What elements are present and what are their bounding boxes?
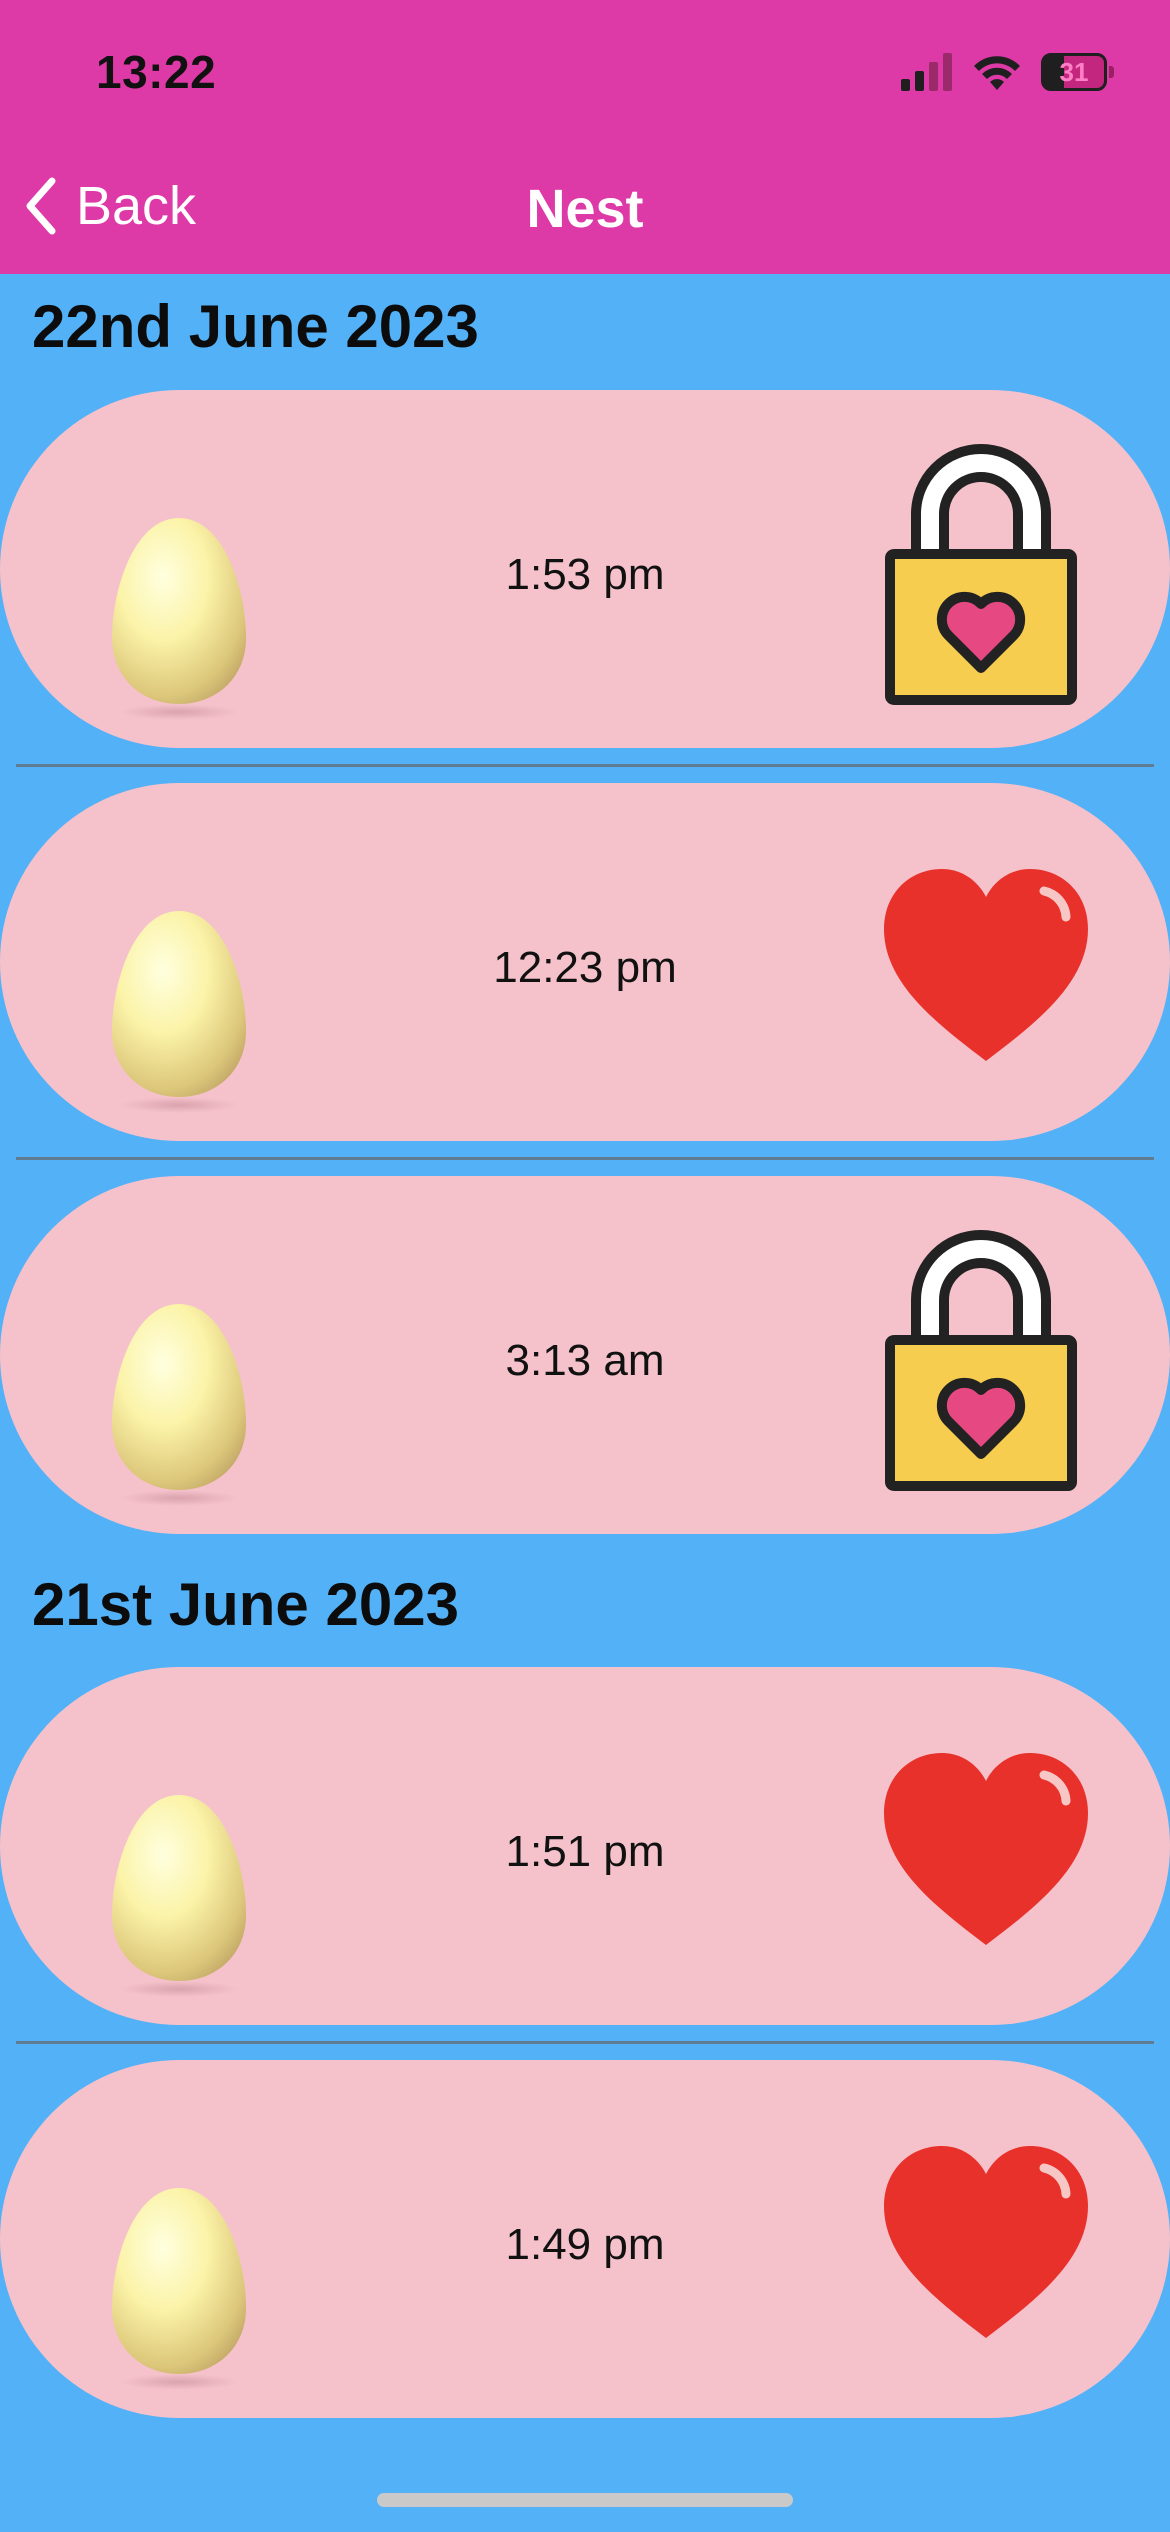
heart-icon: [884, 2146, 1088, 2338]
egg-icon: [112, 518, 246, 720]
heart-icon: [884, 869, 1088, 1061]
row-divider: [16, 1157, 1154, 1160]
padlock-heart-icon: [885, 444, 1077, 705]
wifi-icon: [974, 56, 1020, 90]
nest-entry-row[interactable]: 1:51 pm: [0, 1667, 1170, 2025]
nest-entry-row[interactable]: 1:49 pm: [0, 2060, 1170, 2418]
nest-entry-row[interactable]: 12:23 pm: [0, 783, 1170, 1141]
heart-icon: [884, 1753, 1088, 1945]
navigation-bar: 13:22 31 Back Nest: [0, 0, 1170, 274]
section-date-header: 22nd June 2023: [32, 293, 479, 360]
cellular-signal-icon: [901, 53, 952, 91]
nest-entry-row[interactable]: 3:13 am: [0, 1176, 1170, 1534]
padlock-heart-icon: [885, 1230, 1077, 1491]
status-time: 13:22: [96, 46, 217, 98]
egg-icon: [112, 2188, 246, 2390]
battery-level: 31: [1059, 57, 1089, 87]
status-icons: 31: [901, 52, 1114, 92]
egg-icon: [112, 911, 246, 1113]
battery-icon: 31: [1041, 53, 1107, 91]
row-divider: [16, 2041, 1154, 2044]
egg-icon: [112, 1304, 246, 1506]
page-title: Nest: [526, 179, 644, 239]
home-indicator[interactable]: [377, 2493, 793, 2507]
section-date-header: 21st June 2023: [32, 1571, 459, 1638]
nest-entry-row[interactable]: 1:53 pm: [0, 390, 1170, 748]
egg-icon: [112, 1795, 246, 1997]
row-divider: [16, 764, 1154, 767]
